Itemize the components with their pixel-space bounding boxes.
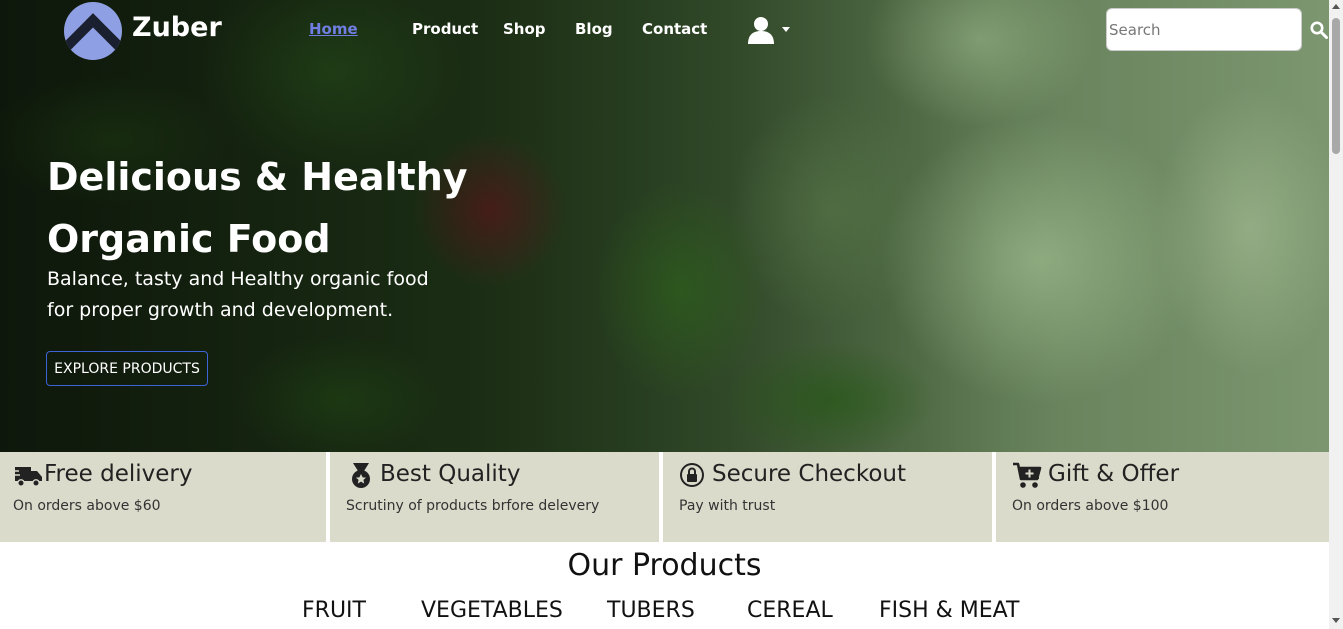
category-tab-cereal[interactable]: CEREAL	[747, 598, 833, 623]
search-input[interactable]	[1106, 8, 1302, 51]
hero-title: Delicious & Healthy Organic Food	[47, 155, 468, 261]
lock-icon	[680, 463, 704, 487]
feature-description: On orders above $100	[1012, 498, 1169, 514]
delivery-truck-icon	[13, 467, 42, 487]
user-account-icon[interactable]	[748, 16, 774, 44]
feature-title: Best Quality	[380, 461, 521, 487]
category-tab-fruit[interactable]: FRUIT	[302, 598, 366, 623]
scrollbar-thumb[interactable]	[1332, 18, 1340, 154]
feature-title: Free delivery	[44, 461, 193, 487]
brand-logo-icon[interactable]	[64, 2, 122, 60]
medal-icon	[352, 463, 370, 488]
top-navbar: Zuber Home Product Shop Blog Contact	[0, 0, 1329, 60]
nav-shop-link[interactable]: Shop	[503, 20, 546, 38]
nav-blog-link[interactable]: Blog	[575, 20, 613, 38]
category-tab-vegetables[interactable]: VEGETABLES	[421, 598, 563, 623]
nav-home-link[interactable]: Home	[309, 20, 358, 38]
features-strip: Free delivery On orders above $60 Best Q…	[0, 452, 1329, 542]
feature-card-quality: Best Quality Scrutiny of products brfore…	[330, 452, 659, 542]
hero-subtitle: Balance, tasty and Healthy organic food …	[47, 268, 429, 321]
feature-title: Secure Checkout	[712, 461, 906, 487]
feature-card-gift: Gift & Offer On orders above $100	[996, 452, 1329, 542]
page-scrollbar[interactable]	[1329, 0, 1343, 629]
user-dropdown-caret-icon[interactable]	[782, 27, 790, 32]
feature-card-delivery: Free delivery On orders above $60	[0, 452, 326, 542]
feature-description: On orders above $60	[13, 498, 161, 514]
search-icon[interactable]	[1310, 21, 1328, 39]
category-tab-tubers[interactable]: TUBERS	[607, 598, 695, 623]
hero-banner: Zuber Home Product Shop Blog Contact Del…	[0, 0, 1329, 452]
feature-card-checkout: Secure Checkout Pay with trust	[663, 452, 992, 542]
feature-title: Gift & Offer	[1048, 461, 1180, 487]
explore-products-button[interactable]: EXPLORE PRODUCTS	[46, 351, 208, 386]
products-section-title: Our Products	[567, 548, 762, 583]
category-tab-fish-meat[interactable]: FISH & MEAT	[879, 598, 1019, 623]
feature-description: Pay with trust	[679, 498, 776, 514]
scroll-down-arrow-icon[interactable]	[1332, 618, 1340, 623]
nav-contact-link[interactable]: Contact	[642, 20, 707, 38]
feature-description: Scrutiny of products brfore delevery	[346, 498, 600, 514]
scroll-up-arrow-icon[interactable]	[1332, 4, 1340, 9]
cart-plus-icon	[1013, 462, 1042, 488]
brand-name[interactable]: Zuber	[132, 12, 222, 43]
nav-product-link[interactable]: Product	[412, 20, 478, 38]
